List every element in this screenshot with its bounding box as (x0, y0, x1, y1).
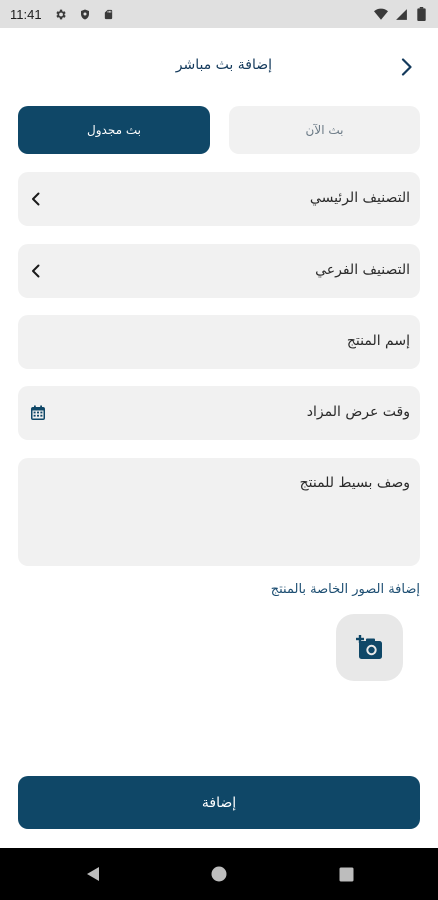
sd-card-icon (102, 7, 116, 21)
status-icons-right (374, 7, 428, 21)
battery-icon (414, 7, 428, 21)
calendar-icon[interactable] (30, 405, 46, 421)
gear-icon (54, 7, 68, 21)
auction-time-placeholder: وقت عرض المزاد (306, 404, 410, 420)
wifi-icon (374, 7, 388, 21)
product-name-placeholder: إسم المنتج (346, 333, 410, 349)
system-nav-bar (0, 848, 438, 900)
recents-square-icon (339, 867, 353, 881)
status-time: 11:41 (10, 6, 42, 22)
chevron-right-icon (401, 58, 412, 76)
scheduled-broadcast-button[interactable]: بث مجدول (18, 106, 210, 154)
nav-back-button[interactable] (83, 864, 103, 884)
app-header: إضافة بث مباشر (0, 44, 438, 88)
broadcast-type-toggle: بث مجدول بث الآن (18, 106, 420, 154)
submit-button[interactable]: إضافة (18, 776, 420, 829)
add-photo-button[interactable] (336, 614, 403, 681)
back-triangle-icon (87, 867, 99, 881)
nav-recents-button[interactable] (336, 864, 356, 884)
description-textarea[interactable]: وصف بسيط للمنتج (18, 458, 420, 566)
description-placeholder: وصف بسيط للمنتج (299, 475, 410, 491)
add-photo-icon (355, 634, 382, 659)
nav-home-button[interactable] (209, 864, 229, 884)
chevron-left-icon (28, 264, 42, 278)
broadcast-now-button[interactable]: بث الآن (229, 106, 420, 154)
sub-category-label: التصنيف الفرعي (315, 262, 410, 278)
sub-category-select[interactable]: التصنيف الفرعي (18, 244, 420, 298)
main-category-label: التصنيف الرئيسي (309, 190, 410, 206)
back-button[interactable] (396, 56, 418, 78)
page-title: إضافة بث مباشر (175, 57, 272, 73)
auction-time-input[interactable]: وقت عرض المزاد (18, 386, 420, 440)
product-images-label: إضافة الصور الخاصة بالمنتج (270, 582, 420, 597)
chevron-left-icon (28, 192, 42, 206)
home-circle-icon (211, 866, 227, 882)
shield-icon (78, 7, 92, 21)
product-name-input[interactable]: إسم المنتج (18, 315, 420, 369)
status-icons-left (54, 7, 116, 21)
cellular-icon (394, 7, 408, 21)
main-category-select[interactable]: التصنيف الرئيسي (18, 172, 420, 226)
status-bar: 11:41 (0, 0, 438, 28)
